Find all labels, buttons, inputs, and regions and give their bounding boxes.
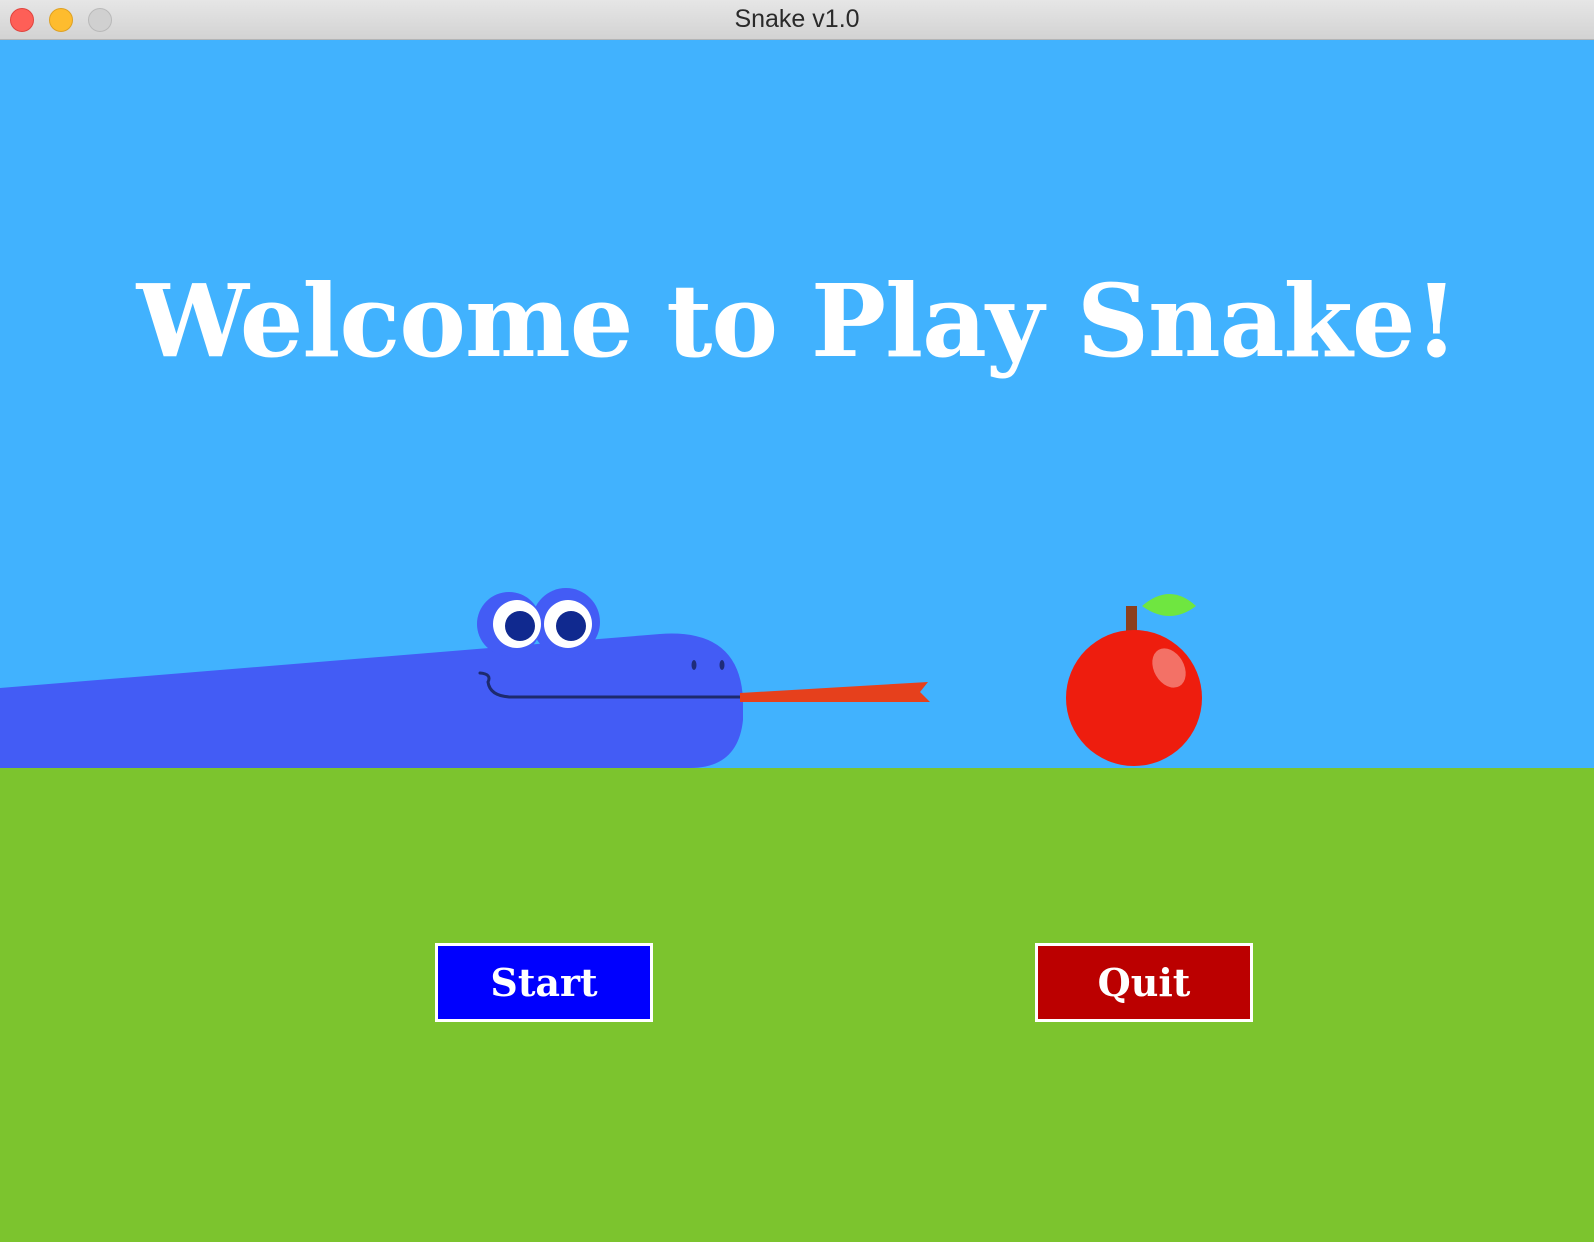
menu-scene [0,588,1202,768]
quit-button[interactable]: Quit [1035,943,1253,1022]
game-window: Snake v1.0 Welcome to Play Snake! Start [0,0,1594,1242]
apple-icon [1066,594,1202,766]
snake-icon [0,588,930,768]
start-button[interactable]: Start [435,943,653,1022]
